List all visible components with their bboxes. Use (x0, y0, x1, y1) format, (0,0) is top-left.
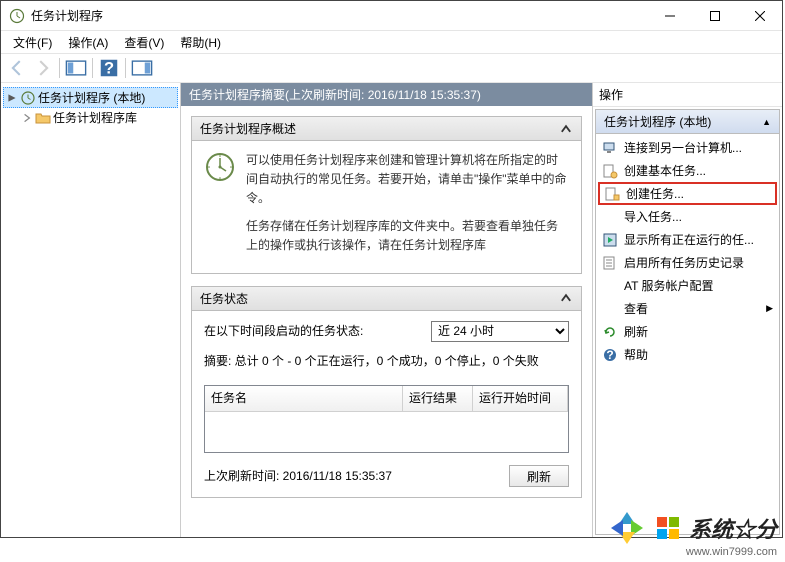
actions-pane: 操作 任务计划程序 (本地) ▲ 连接到另一台计算机... 创建基本任务... (592, 83, 782, 537)
status-section: 任务状态 在以下时间段启动的任务状态: 近 24 小时 摘要: 总计 0 个 -… (191, 286, 582, 498)
toolbar: ? (1, 53, 782, 83)
expand-icon[interactable] (21, 112, 33, 124)
back-button[interactable] (5, 56, 29, 80)
menu-help[interactable]: 帮助(H) (172, 32, 229, 53)
actions-pane-title: 操作 (593, 83, 782, 107)
collapse-icon[interactable] (6, 92, 18, 104)
close-button[interactable] (737, 1, 782, 30)
table-col-result[interactable]: 运行结果 (403, 386, 473, 411)
center-pane: 任务计划程序摘要(上次刷新时间: 2016/11/18 15:35:37) 任务… (181, 83, 592, 537)
task-table[interactable]: 任务名 运行结果 运行开始时间 (204, 385, 569, 453)
svg-text:?: ? (104, 60, 114, 78)
tree-root-label: 任务计划程序 (本地) (38, 89, 145, 106)
tree-node-root[interactable]: 任务计划程序 (本地) (3, 87, 178, 108)
overview-section-header[interactable]: 任务计划程序概述 (192, 117, 581, 141)
last-refresh-label: 上次刷新时间: 2016/11/18 15:35:37 (204, 467, 509, 486)
tree-library-label: 任务计划程序库 (53, 109, 137, 126)
actions-group-header[interactable]: 任务计划程序 (本地) ▲ (596, 110, 779, 134)
table-col-starttime[interactable]: 运行开始时间 (473, 386, 568, 411)
import-icon (602, 209, 618, 225)
action-label: 帮助 (624, 346, 648, 363)
svg-text:?: ? (606, 348, 613, 362)
forward-button[interactable] (31, 56, 55, 80)
overview-title: 任务计划程序概述 (200, 120, 559, 137)
folder-icon (35, 110, 51, 126)
chevron-right-icon: ▶ (766, 303, 773, 314)
app-icon (9, 8, 25, 24)
action-create-task[interactable]: 创建任务... (598, 182, 777, 205)
action-at-service[interactable]: AT 服务帐户配置 (596, 274, 779, 297)
chevron-up-icon[interactable]: ▲ (762, 117, 771, 127)
history-icon (602, 255, 618, 271)
help-button[interactable]: ? (97, 56, 121, 80)
status-period-select[interactable]: 近 24 小时 (431, 321, 569, 342)
toolbar-separator (59, 58, 60, 78)
action-label: 导入任务... (624, 208, 682, 225)
summary-header-label: 任务计划程序摘要(上次刷新时间: (189, 88, 364, 102)
clock-icon (20, 90, 36, 106)
action-label: 启用所有任务历史记录 (624, 254, 744, 271)
summary-header: 任务计划程序摘要(上次刷新时间: 2016/11/18 15:35:37) (181, 83, 592, 106)
menu-action[interactable]: 操作(A) (60, 32, 116, 53)
overview-section: 任务计划程序概述 可以使用任务计划程序来创建和管理计算机将在所指定的时间自动执行… (191, 116, 582, 274)
view-icon (602, 301, 618, 317)
action-label: 创建任务... (626, 185, 684, 202)
table-col-taskname[interactable]: 任务名 (205, 386, 403, 411)
show-hide-action-pane-button[interactable] (130, 56, 154, 80)
action-label: 刷新 (624, 323, 648, 340)
status-title: 任务状态 (200, 290, 559, 307)
action-connect-computer[interactable]: 连接到另一台计算机... (596, 136, 779, 159)
titlebar: 任务计划程序 (1, 1, 782, 31)
action-label: AT 服务帐户配置 (624, 277, 714, 294)
action-show-running[interactable]: 显示所有正在运行的任... (596, 228, 779, 251)
action-label: 显示所有正在运行的任... (624, 231, 754, 248)
task-icon (604, 186, 620, 202)
toolbar-separator (92, 58, 93, 78)
refresh-icon (602, 324, 618, 340)
window-title: 任务计划程序 (31, 7, 647, 24)
status-period-label: 在以下时间段启动的任务状态: (204, 322, 363, 341)
task-basic-icon (602, 163, 618, 179)
action-refresh[interactable]: 刷新 (596, 320, 779, 343)
tree-node-library[interactable]: 任务计划程序库 (19, 108, 178, 127)
action-view[interactable]: 查看 ▶ (596, 297, 779, 320)
status-summary-text: 摘要: 总计 0 个 - 0 个正在运行，0 个成功，0 个停止，0 个失败 (204, 352, 569, 371)
menu-view[interactable]: 查看(V) (116, 32, 172, 53)
overview-paragraph-1: 可以使用任务计划程序来创建和管理计算机将在所指定的时间自动执行的常见任务。若要开… (246, 151, 569, 209)
action-label: 连接到另一台计算机... (624, 139, 742, 156)
toolbar-separator (125, 58, 126, 78)
actions-group-label: 任务计划程序 (本地) (604, 113, 711, 130)
maximize-button[interactable] (692, 1, 737, 30)
menubar: 文件(F) 操作(A) 查看(V) 帮助(H) (1, 31, 782, 53)
action-enable-history[interactable]: 启用所有任务历史记录 (596, 251, 779, 274)
action-import-task[interactable]: 导入任务... (596, 205, 779, 228)
chevron-up-icon[interactable] (559, 291, 573, 305)
show-hide-console-tree-button[interactable] (64, 56, 88, 80)
main-body: 任务计划程序 (本地) 任务计划程序库 任务计划程序摘要(上次刷新时间: 201… (1, 83, 782, 537)
menu-file[interactable]: 文件(F) (5, 32, 60, 53)
action-label: 创建基本任务... (624, 162, 706, 179)
minimize-button[interactable] (647, 1, 692, 30)
help-icon: ? (602, 347, 618, 363)
at-service-icon (602, 278, 618, 294)
summary-header-time: 2016/11/18 15:35:37) (368, 88, 481, 102)
console-tree[interactable]: 任务计划程序 (本地) 任务计划程序库 (1, 83, 181, 537)
running-icon (602, 232, 618, 248)
action-help[interactable]: ? 帮助 (596, 343, 779, 366)
chevron-up-icon[interactable] (559, 122, 573, 136)
watermark-url: www.win7999.com (686, 546, 777, 558)
status-section-header[interactable]: 任务状态 (192, 287, 581, 311)
clock-icon (204, 151, 236, 183)
action-label: 查看 (624, 300, 648, 317)
action-create-basic-task[interactable]: 创建基本任务... (596, 159, 779, 182)
overview-paragraph-2: 任务存储在任务计划程序库的文件夹中。若要查看单独任务上的操作或执行该操作，请在任… (246, 217, 569, 255)
computer-icon (602, 140, 618, 156)
task-scheduler-window: 任务计划程序 文件(F) 操作(A) 查看(V) 帮助(H) ? 任务计划程序 (0, 0, 783, 538)
refresh-button[interactable]: 刷新 (509, 465, 569, 487)
